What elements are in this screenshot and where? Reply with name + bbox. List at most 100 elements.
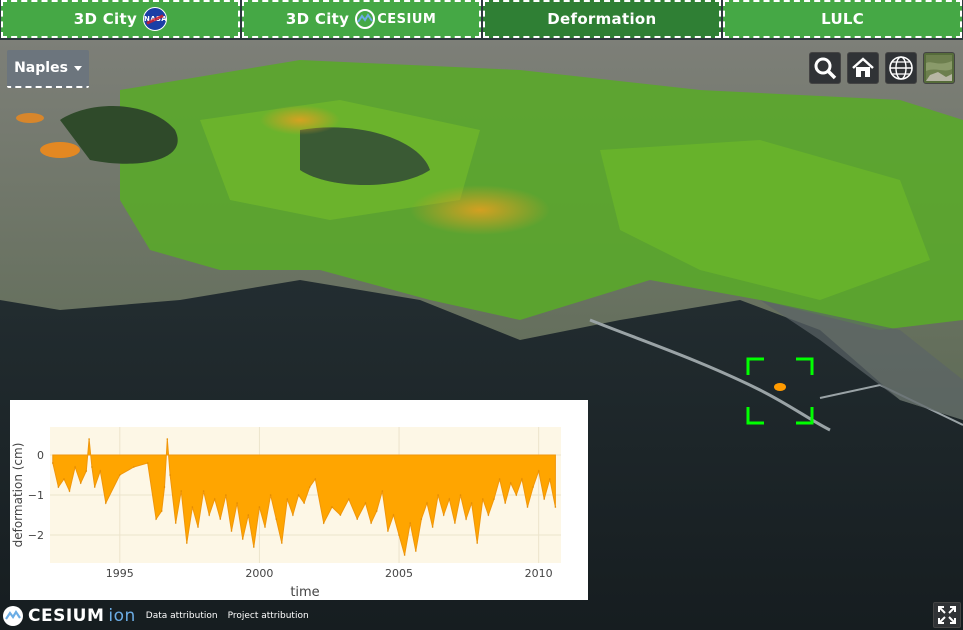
deformation-chart-panel: 0 −1 −2 1995 2000 2005 2010 time deformation … — [10, 400, 588, 600]
cesium-ion-logo[interactable]: CESIUM ion — [2, 605, 136, 627]
data-point — [465, 518, 467, 520]
data-point — [532, 486, 534, 488]
scene-mode-button[interactable] — [885, 52, 917, 84]
data-point — [459, 494, 462, 496]
data-point — [292, 514, 294, 516]
y-tick-label: 0 — [37, 449, 44, 462]
data-point — [180, 490, 182, 492]
data-point — [370, 522, 372, 524]
data-point — [52, 462, 54, 464]
data-point — [105, 502, 107, 504]
data-point — [409, 522, 412, 524]
tab-3d-city-nasa[interactable]: 3D City NASA — [1, 0, 240, 38]
fullscreen-button[interactable] — [933, 602, 961, 628]
data-point — [493, 498, 495, 500]
data-point — [57, 486, 60, 488]
data-point — [537, 470, 540, 472]
cesium-logo-icon — [3, 606, 23, 626]
data-point — [314, 478, 317, 480]
tab-3d-city-cesium[interactable]: 3D City CESIUM — [241, 0, 481, 38]
data-point — [521, 478, 523, 480]
data-point — [348, 498, 350, 500]
data-point — [202, 490, 205, 492]
x-tick-label: 2005 — [385, 567, 413, 580]
data-attribution-link[interactable]: Data attribution — [146, 611, 218, 621]
mode-tabs: 3D City NASA 3D City CESIUM Deformation … — [0, 0, 963, 42]
y-tick-label: −1 — [28, 489, 44, 502]
data-point — [68, 490, 71, 492]
data-point — [387, 530, 389, 532]
data-point — [99, 470, 102, 472]
data-point — [515, 494, 518, 496]
search-button[interactable] — [809, 52, 841, 84]
data-point — [448, 498, 451, 500]
data-point — [253, 546, 255, 548]
data-point — [160, 510, 163, 512]
data-point — [213, 498, 216, 500]
cesium-toolbar — [809, 52, 955, 84]
data-point — [79, 482, 82, 484]
data-point — [258, 506, 261, 508]
data-point — [392, 514, 395, 516]
data-point — [91, 466, 93, 468]
data-point — [339, 514, 342, 516]
data-point — [431, 526, 434, 528]
cesium-logo-icon: CESIUM — [355, 9, 436, 29]
data-point — [476, 542, 479, 544]
data-point — [356, 518, 359, 520]
city-select-value: Naples — [14, 60, 68, 76]
data-point — [163, 486, 166, 488]
home-icon — [852, 57, 874, 77]
data-point — [549, 478, 551, 480]
data-point — [381, 490, 384, 492]
data-point — [225, 494, 227, 496]
data-point — [146, 462, 149, 464]
globe-icon — [889, 56, 913, 80]
data-point — [264, 526, 266, 528]
tab-label: 3D City — [285, 10, 350, 28]
data-point — [219, 518, 222, 520]
data-point — [308, 486, 311, 488]
data-point — [554, 506, 557, 508]
imagery-picker-icon — [926, 55, 952, 81]
tab-label: LULC — [821, 10, 865, 28]
data-point — [470, 502, 473, 504]
data-point — [155, 518, 157, 520]
data-point — [208, 514, 210, 516]
data-point — [526, 506, 529, 508]
imagery-picker-button[interactable] — [923, 52, 955, 84]
data-point — [186, 542, 188, 544]
data-point — [247, 514, 250, 516]
data-point — [543, 498, 545, 500]
tab-label: Deformation — [547, 10, 657, 28]
x-axis-label: time — [290, 585, 319, 600]
data-point — [322, 522, 325, 524]
data-point — [174, 522, 177, 524]
data-point — [454, 522, 456, 524]
project-attribution-link[interactable]: Project attribution — [228, 611, 309, 621]
tab-lulc[interactable]: LULC — [723, 0, 962, 38]
city-select-dropdown[interactable]: Naples — [7, 50, 89, 88]
data-point — [241, 538, 244, 540]
data-point — [191, 506, 194, 508]
tab-deformation[interactable]: Deformation — [482, 0, 722, 38]
data-point — [498, 478, 501, 480]
data-point — [93, 486, 96, 488]
nasa-logo-icon: NASA — [143, 7, 168, 31]
data-point — [197, 526, 199, 528]
data-point — [275, 518, 278, 520]
data-point — [230, 530, 233, 532]
caret-down-icon — [73, 65, 82, 71]
cesium-logo-text: CESIUM — [28, 606, 105, 626]
data-point — [133, 466, 135, 468]
deformation-chart[interactable]: 0 −1 −2 1995 2000 2005 2010 time deformation … — [10, 400, 588, 600]
data-point — [303, 502, 305, 504]
data-point — [504, 502, 507, 504]
y-tick-label: −2 — [28, 529, 44, 542]
x-tick-label: 2000 — [245, 567, 273, 580]
x-tick-label: 2010 — [525, 567, 553, 580]
data-point — [442, 514, 445, 516]
data-point — [286, 498, 289, 500]
home-button[interactable] — [847, 52, 879, 84]
cesium-logo-text: CESIUM — [377, 11, 437, 27]
